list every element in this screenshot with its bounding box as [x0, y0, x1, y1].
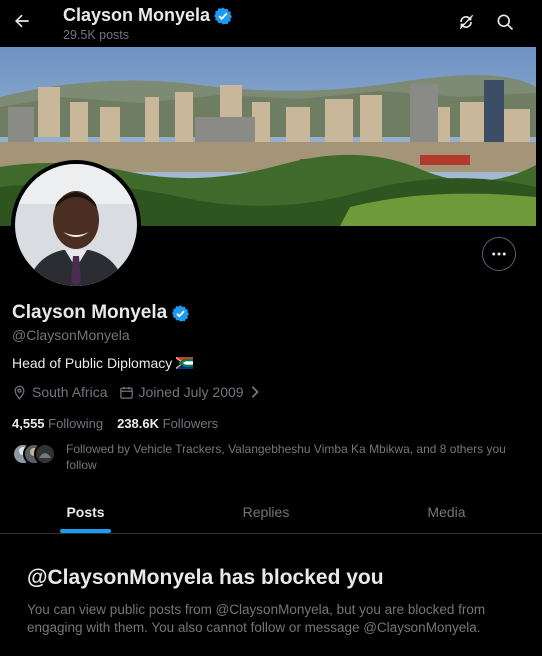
- blocked-description: You can view public posts from @ClaysonM…: [27, 602, 486, 635]
- verified-badge-icon[interactable]: [171, 304, 190, 323]
- follow-counts: 4,555 Following 238.6K Followers: [12, 416, 218, 431]
- joined-text: Joined July 2009: [138, 384, 244, 400]
- bio-text: Head of Public Diplomacy: [12, 355, 173, 371]
- more-options-button[interactable]: [482, 237, 516, 271]
- followers-count: 238.6K: [117, 416, 160, 431]
- active-tab-indicator: [60, 529, 111, 533]
- profile-avatar[interactable]: [11, 160, 141, 290]
- tab-posts[interactable]: Posts: [0, 490, 171, 534]
- refresh-icon: [459, 14, 474, 30]
- following-label: Following: [48, 416, 104, 431]
- profile-name: Clayson Monyela: [12, 302, 190, 324]
- post-count: 29.5K posts: [63, 28, 130, 42]
- location: South Africa: [12, 384, 108, 400]
- chevron-right-icon: [251, 386, 259, 398]
- calendar-icon: [119, 386, 133, 399]
- profile-meta: South Africa Joined July 2009: [12, 384, 272, 400]
- south-africa-flag-icon: [176, 357, 194, 369]
- back-button[interactable]: [8, 7, 36, 35]
- profile-name-text: Clayson Monyela: [12, 302, 168, 323]
- profile-bio: Head of Public Diplomacy: [12, 355, 194, 371]
- joined-date[interactable]: Joined July 2009: [119, 384, 261, 400]
- top-bar: Clayson Monyela 29.5K posts: [0, 0, 542, 48]
- following-count: 4,555: [12, 416, 45, 431]
- header-name: Clayson Monyela: [63, 5, 211, 25]
- profile-handle: @ClaysonMonyela: [12, 327, 130, 343]
- location-pin-icon: [14, 385, 25, 400]
- followed-by-avatars: [12, 442, 58, 468]
- more-dots-icon: [492, 252, 506, 256]
- following-link[interactable]: 4,555 Following: [12, 416, 103, 431]
- followed-by-text: Followed by Vehicle Trackers, Valangebhe…: [66, 442, 506, 472]
- profile-tabs: Posts Replies Media: [0, 490, 542, 534]
- search-icon: [497, 14, 514, 31]
- tab-media[interactable]: Media: [361, 490, 532, 534]
- tab-replies[interactable]: Replies: [171, 490, 361, 534]
- refresh-button[interactable]: [454, 10, 478, 34]
- followers-label: Followers: [162, 416, 219, 431]
- verified-badge-icon: [214, 7, 233, 24]
- arrow-left-icon: [15, 14, 29, 28]
- header-title: Clayson Monyela: [63, 5, 233, 26]
- followers-link[interactable]: 238.6K Followers: [117, 416, 218, 431]
- search-button[interactable]: [493, 10, 517, 34]
- location-text: South Africa: [32, 384, 108, 400]
- avatar-photo: [15, 164, 137, 286]
- blocked-title: @ClaysonMonyela has blocked you: [27, 566, 384, 589]
